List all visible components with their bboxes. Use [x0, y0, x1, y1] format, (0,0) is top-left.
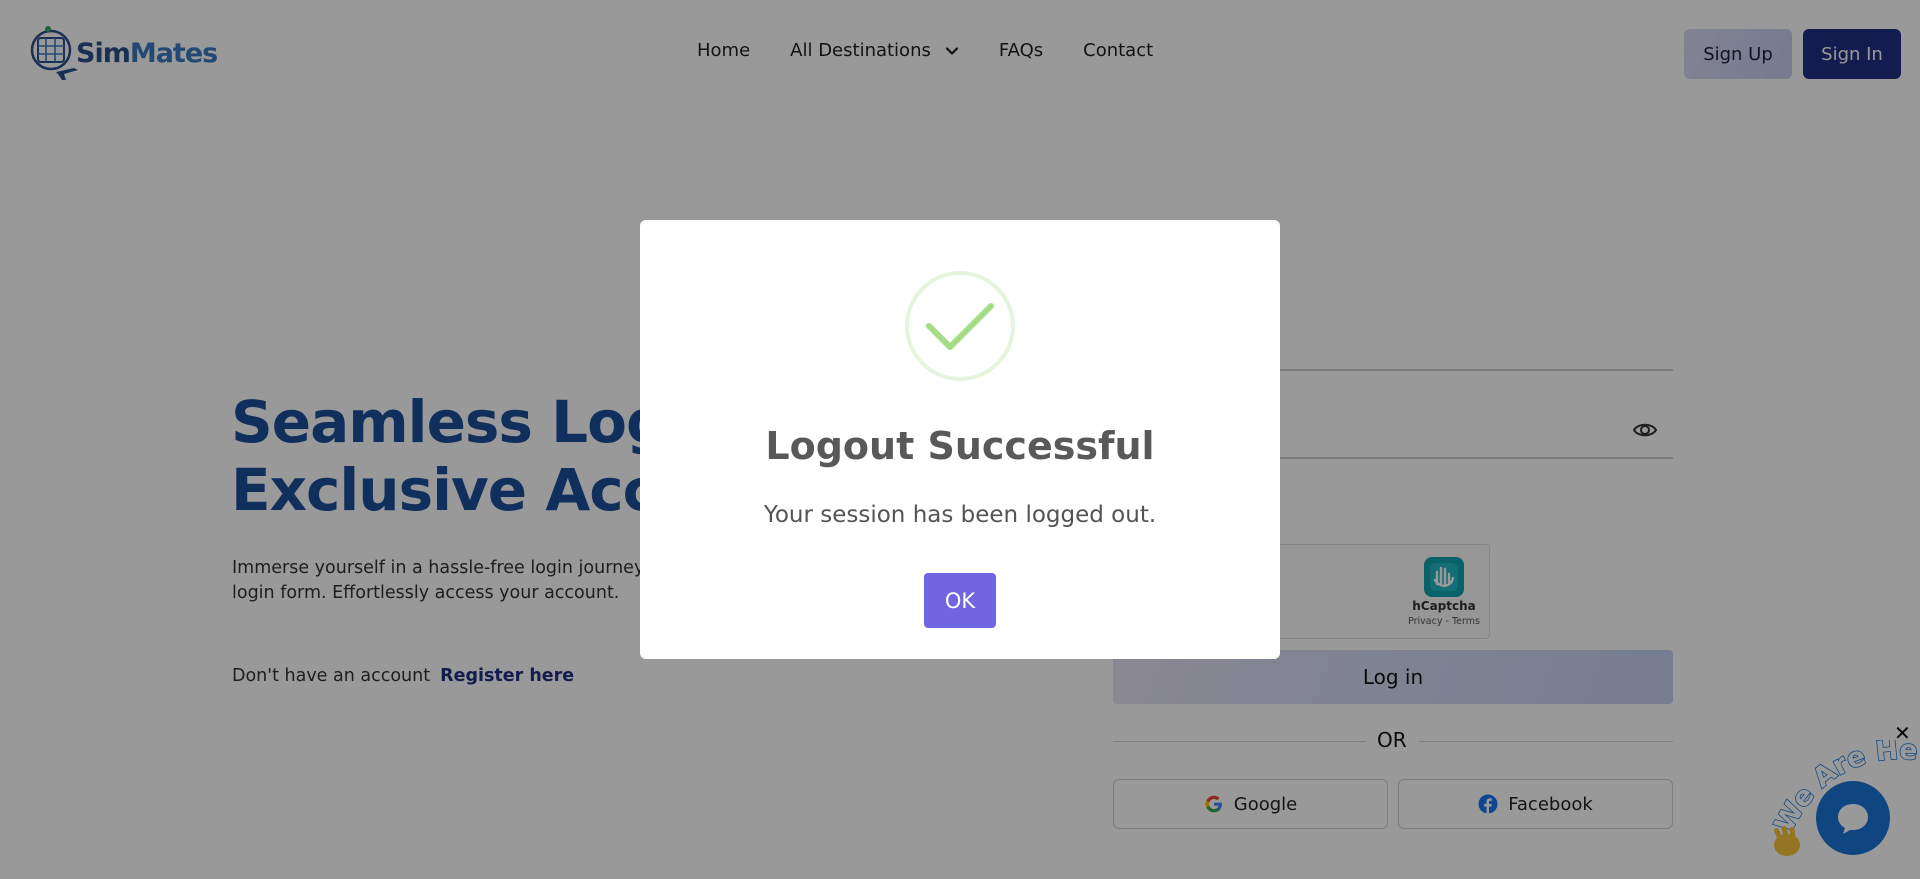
success-check-icon	[905, 271, 1015, 381]
logout-dialog: Logout Successful Your session has been …	[640, 220, 1280, 659]
dialog-title: Logout Successful	[765, 424, 1155, 468]
dialog-message: Your session has been logged out.	[763, 502, 1157, 528]
ok-button[interactable]: OK	[924, 573, 996, 628]
